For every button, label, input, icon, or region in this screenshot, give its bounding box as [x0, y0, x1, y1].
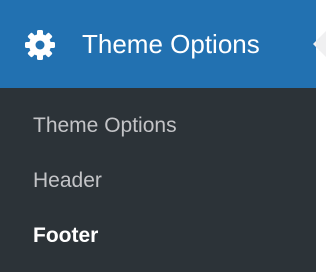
submenu: Theme Options Header Footer [0, 88, 316, 272]
gear-icon [24, 29, 56, 61]
menu-title: Theme Options [82, 29, 260, 59]
admin-menu-theme-options: Theme Options Theme Options Header Foote… [0, 0, 326, 272]
current-menu-pointer [313, 31, 326, 57]
menu-item-theme-options[interactable]: Theme Options [0, 0, 316, 88]
submenu-item-theme-options[interactable]: Theme Options [33, 112, 177, 140]
submenu-item-header[interactable]: Header [33, 167, 102, 195]
submenu-item-footer[interactable]: Footer [33, 222, 98, 250]
